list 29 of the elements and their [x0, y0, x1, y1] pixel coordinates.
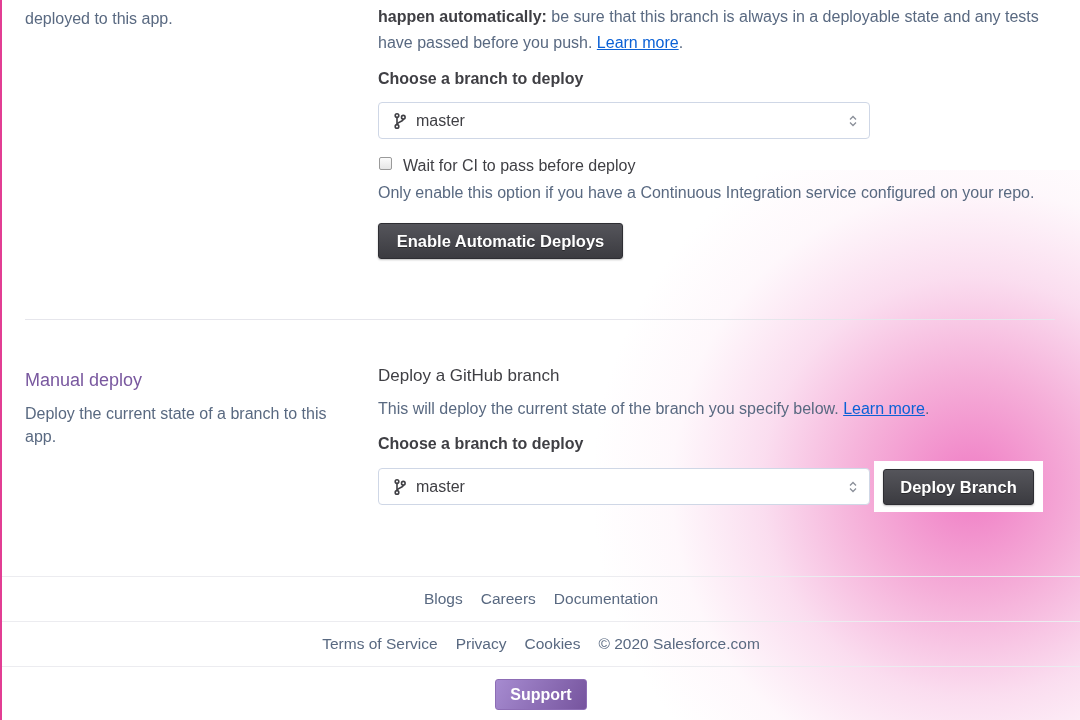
enable-deploys-button[interactable]: Enable Automatic Deploys — [378, 223, 623, 259]
deploy-notice: happen automatically: be sure that this branch is always in a deployable state and any tests have passed before you push. Learn more. — [378, 7, 1040, 53]
up-down-chevron-icon — [849, 114, 857, 127]
footer-link[interactable]: Blogs — [423, 590, 463, 608]
footer-link[interactable]: Documentation — [553, 590, 659, 608]
field-label: Choose a branch to deploy — [378, 434, 585, 454]
section-description: deployed to this app. — [25, 9, 174, 29]
branch-icon — [394, 112, 406, 129]
field-label: Choose a branch to deploy — [378, 69, 585, 89]
section-heading: Deploy a GitHub branch — [378, 365, 561, 387]
footer-link[interactable]: Privacy — [455, 635, 507, 653]
footer-link[interactable]: Terms of Service — [322, 635, 438, 653]
footer-link[interactable]: Cookies — [524, 635, 581, 653]
ci-checkbox[interactable] — [379, 156, 392, 170]
learn-more-link[interactable]: Learn more — [843, 400, 925, 417]
help-text: Only enable this option if you have a Continuous Integration service configured on your repo. — [378, 183, 1036, 203]
support-button[interactable]: Support — [495, 679, 587, 710]
copyright-text: © 2020 Salesforce.com — [598, 635, 760, 653]
checkbox-label[interactable]: Wait for CI to pass before deploy — [403, 155, 636, 177]
deploy-branch-button[interactable]: Deploy Branch — [883, 469, 1034, 505]
section-description: Deploy the current state of a branch to this app. — [25, 404, 328, 447]
branch-select[interactable]: master — [378, 468, 870, 505]
branch-icon — [394, 478, 406, 495]
section-title: Manual deploy — [25, 369, 144, 392]
deploy-notice: This will deploy the current state of the branch you specify below. Learn more. — [378, 399, 931, 419]
footer-link[interactable]: Careers — [480, 590, 536, 608]
up-down-chevron-icon — [849, 480, 857, 493]
branch-select[interactable]: master — [378, 102, 870, 139]
learn-more-link[interactable]: Learn more — [596, 34, 679, 51]
